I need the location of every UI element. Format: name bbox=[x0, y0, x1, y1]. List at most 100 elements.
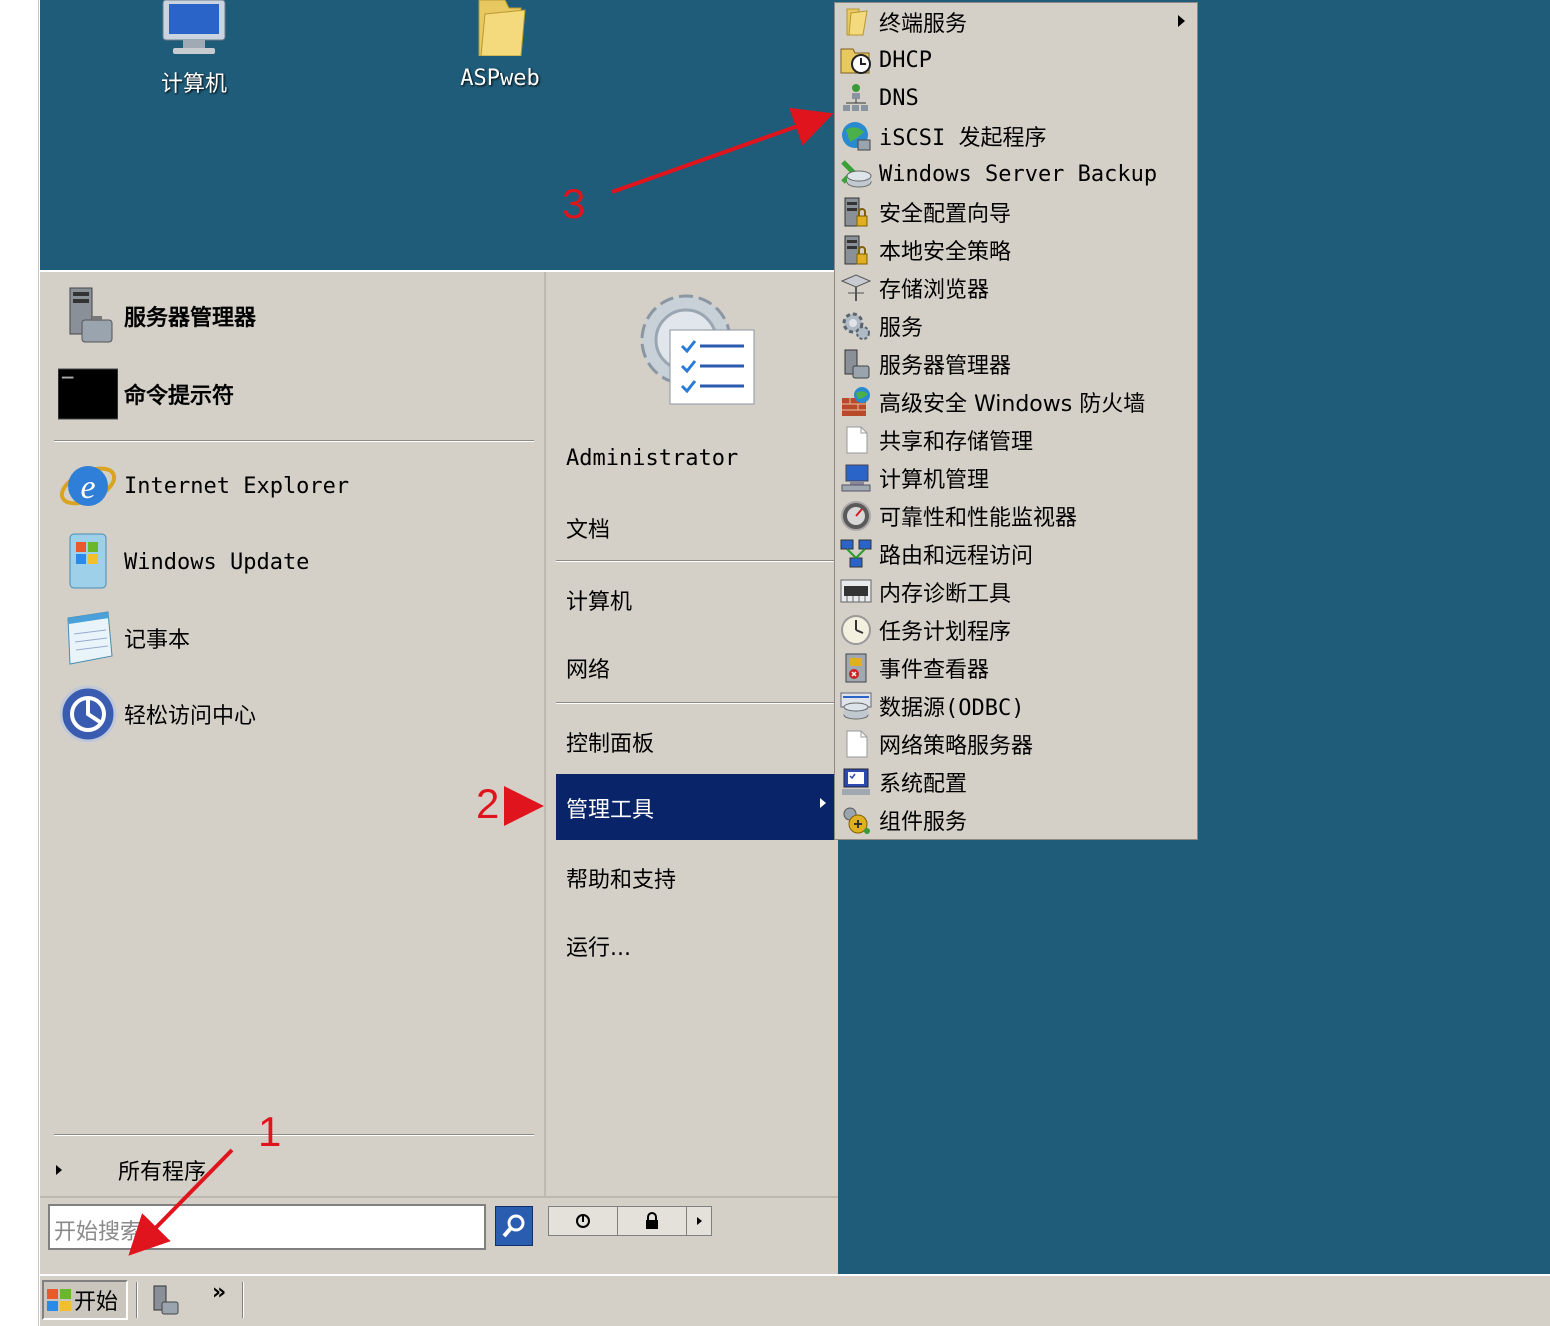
recent-label: Internet Explorer bbox=[124, 473, 350, 499]
all-programs[interactable]: 所有程序 bbox=[56, 1154, 206, 1186]
separator bbox=[556, 702, 838, 704]
server-manager-icon bbox=[837, 346, 875, 382]
services-icon bbox=[837, 308, 875, 344]
search-button[interactable] bbox=[495, 1206, 533, 1246]
menu-item-label: DHCP bbox=[879, 47, 932, 73]
right-item-documents[interactable]: 文档 bbox=[566, 512, 610, 544]
right-item-computer[interactable]: 计算机 bbox=[566, 584, 632, 616]
admin-tools-label: 管理工具 bbox=[566, 798, 655, 823]
menu-item-nps[interactable]: 网络策略服务器 bbox=[837, 725, 1195, 763]
event-viewer-icon bbox=[837, 650, 875, 686]
pinned-label: 服务器管理器 bbox=[124, 306, 257, 331]
recent-label: 轻松访问中心 bbox=[124, 704, 257, 729]
right-item-user[interactable]: Administrator bbox=[566, 446, 738, 471]
menu-item-services[interactable]: 服务 bbox=[837, 307, 1195, 345]
menu-item-system-config[interactable]: 系统配置 bbox=[837, 763, 1195, 801]
computer-management-icon bbox=[837, 460, 875, 496]
menu-item-component-services[interactable]: 组件服务 bbox=[837, 801, 1195, 839]
taskbar-separator bbox=[242, 1282, 244, 1318]
menu-item-iscsi[interactable]: iSCSI 发起程序 bbox=[837, 117, 1195, 155]
menu-item-label: 服务器管理器 bbox=[879, 354, 1012, 379]
odbc-icon bbox=[837, 688, 875, 724]
quicklaunch-overflow-button[interactable]: » bbox=[212, 1280, 226, 1305]
server-manager-icon bbox=[58, 286, 118, 346]
annotation-number-1: 1 bbox=[258, 1108, 282, 1155]
recent-windows-update[interactable]: Windows Update bbox=[58, 532, 309, 592]
menu-item-server-manager[interactable]: 服务器管理器 bbox=[837, 345, 1195, 383]
power-icon bbox=[576, 1214, 590, 1228]
menu-item-label: 事件查看器 bbox=[879, 658, 990, 683]
quicklaunch-server-manager[interactable] bbox=[148, 1282, 184, 1318]
taskbar: 开始 » bbox=[40, 1274, 1550, 1326]
server-manager-icon bbox=[153, 1285, 179, 1315]
recent-ease-of-access[interactable]: 轻松访问中心 bbox=[58, 684, 256, 744]
pinned-command-prompt[interactable]: 命令提示符 bbox=[58, 364, 234, 424]
menu-item-routing[interactable]: 路由和远程访问 bbox=[837, 535, 1195, 573]
search-icon bbox=[502, 1214, 525, 1238]
menu-item-computer-management[interactable]: 计算机管理 bbox=[837, 459, 1195, 497]
desktop-icon-computer[interactable]: 计算机 bbox=[124, 0, 264, 98]
separator bbox=[54, 440, 534, 442]
right-item-admin-tools[interactable]: 管理工具 bbox=[556, 774, 838, 840]
start-button[interactable]: 开始 bbox=[42, 1280, 128, 1320]
menu-item-label: 高级安全 Windows 防火墙 bbox=[879, 392, 1146, 417]
performance-monitor-icon bbox=[837, 498, 875, 534]
taskbar-separator bbox=[136, 1282, 138, 1318]
menu-item-security-wizard[interactable]: 安全配置向导 bbox=[837, 193, 1195, 231]
recent-internet-explorer[interactable]: e Internet Explorer bbox=[58, 456, 349, 516]
task-scheduler-icon bbox=[837, 612, 875, 648]
admin-tools-submenu: 终端服务 DHCP DNS iSCSI 发起程序 Windows Server … bbox=[834, 2, 1198, 840]
menu-item-dhcp[interactable]: DHCP bbox=[837, 41, 1195, 79]
desktop-icon-aspweb[interactable]: ASPweb bbox=[430, 0, 570, 91]
recent-label: Windows Update bbox=[124, 549, 310, 575]
start-search-input[interactable]: 开始搜索 bbox=[48, 1204, 486, 1250]
annotation-number-2: 2 bbox=[476, 780, 500, 827]
lock-icon bbox=[646, 1212, 658, 1229]
menu-item-terminal-services[interactable]: 终端服务 bbox=[837, 3, 1195, 41]
menu-item-local-security-policy[interactable]: 本地安全策略 bbox=[837, 231, 1195, 269]
menu-item-event-viewer[interactable]: 事件查看器 bbox=[837, 649, 1195, 687]
recent-label: 记事本 bbox=[124, 628, 191, 653]
menu-item-windows-server-backup[interactable]: Windows Server Backup bbox=[837, 155, 1195, 193]
routing-icon bbox=[837, 536, 875, 572]
iscsi-icon bbox=[837, 118, 875, 154]
pinned-server-manager[interactable]: 服务器管理器 bbox=[58, 286, 256, 346]
chevron-right-icon bbox=[56, 1165, 62, 1175]
menu-item-odbc[interactable]: 数据源(ODBC) bbox=[837, 687, 1195, 725]
menu-item-share-storage[interactable]: 共享和存储管理 bbox=[837, 421, 1195, 459]
menu-item-label: 存储浏览器 bbox=[879, 278, 990, 303]
ease-of-access-icon bbox=[58, 684, 118, 744]
menu-item-dns[interactable]: DNS bbox=[837, 79, 1195, 117]
memory-diagnostic-icon bbox=[837, 574, 875, 610]
system-config-icon bbox=[837, 764, 875, 800]
annotation-number-3: 3 bbox=[562, 180, 586, 227]
backup-icon bbox=[837, 156, 875, 192]
power-button[interactable] bbox=[549, 1207, 618, 1235]
menu-item-firewall[interactable]: 高级安全 Windows 防火墙 bbox=[837, 383, 1195, 421]
menu-item-label: 路由和远程访问 bbox=[879, 544, 1034, 569]
recent-notepad[interactable]: 记事本 bbox=[58, 608, 190, 668]
menu-item-label: 组件服务 bbox=[879, 810, 968, 835]
menu-item-label: 数据源(ODBC) bbox=[879, 696, 1025, 721]
right-item-run[interactable]: 运行... bbox=[566, 930, 631, 962]
start-menu-left-pane: 服务器管理器 命令提示符 e Internet Explorer Windows… bbox=[40, 272, 542, 1196]
power-options-button[interactable] bbox=[687, 1207, 711, 1235]
menu-item-task-scheduler[interactable]: 任务计划程序 bbox=[837, 611, 1195, 649]
right-item-control-panel[interactable]: 控制面板 bbox=[566, 726, 654, 758]
menu-item-label: iSCSI 发起程序 bbox=[879, 126, 1047, 151]
local-security-icon bbox=[837, 232, 875, 268]
menu-item-performance-monitor[interactable]: 可靠性和性能监视器 bbox=[837, 497, 1195, 535]
windows-update-icon bbox=[58, 532, 118, 592]
firewall-icon bbox=[837, 384, 875, 420]
menu-item-storage-explorer[interactable]: 存储浏览器 bbox=[837, 269, 1195, 307]
storage-explorer-icon bbox=[837, 270, 875, 306]
menu-item-label: 安全配置向导 bbox=[879, 202, 1012, 227]
lock-button[interactable] bbox=[618, 1207, 687, 1235]
menu-item-label: 本地安全策略 bbox=[879, 240, 1012, 265]
right-item-network[interactable]: 网络 bbox=[566, 652, 610, 684]
menu-item-label: Windows Server Backup bbox=[879, 161, 1158, 187]
menu-item-memory-diagnostic[interactable]: 内存诊断工具 bbox=[837, 573, 1195, 611]
right-item-help[interactable]: 帮助和支持 bbox=[566, 862, 676, 894]
separator bbox=[54, 1134, 534, 1136]
menu-item-label: 终端服务 bbox=[879, 12, 968, 37]
